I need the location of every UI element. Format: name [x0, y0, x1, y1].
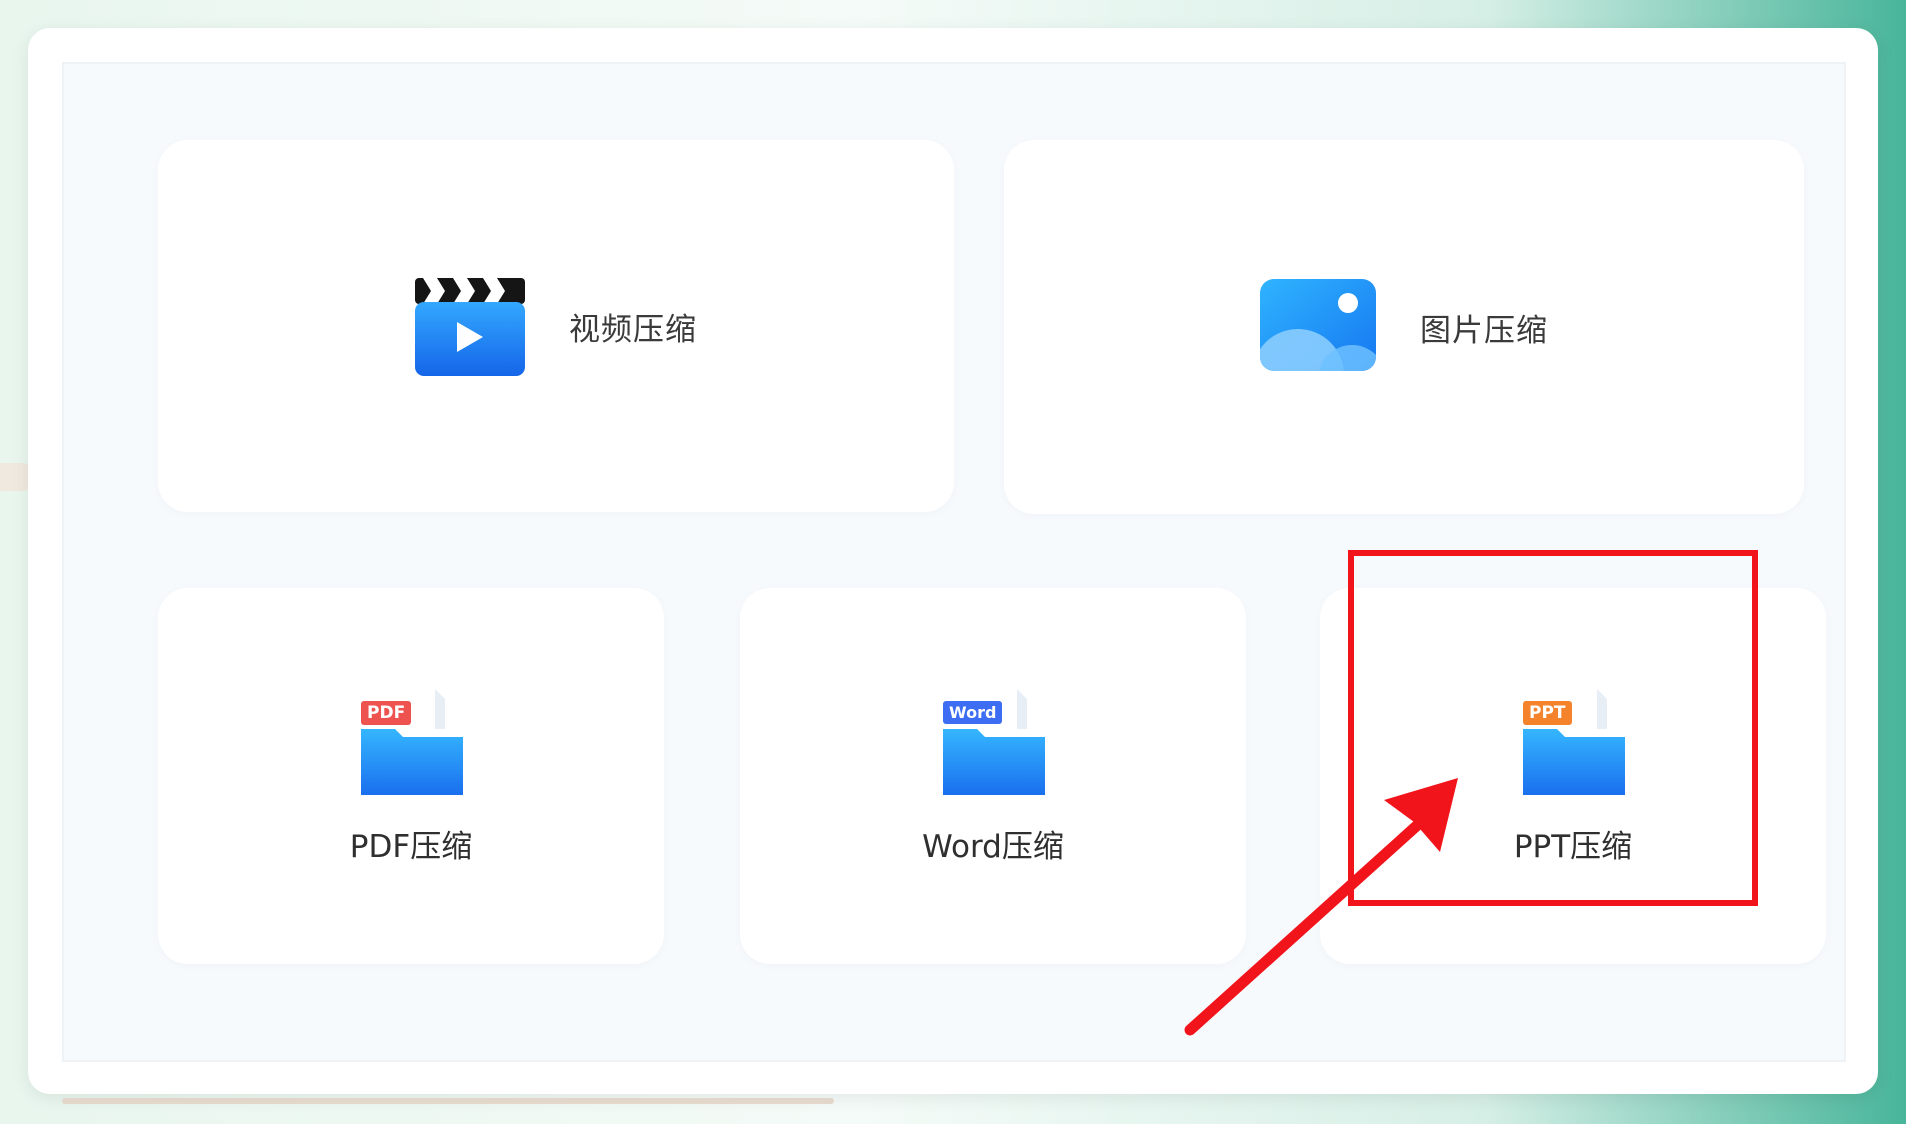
image-compress-label: 图片压缩 — [1420, 312, 1548, 349]
tools-panel: 视频压缩 图片压缩 PDF PDF压缩 Word Word压缩 PPT PPT压… — [62, 62, 1846, 1062]
background-bottom-strip — [62, 1098, 834, 1104]
pdf-folder-icon: PDF — [355, 687, 467, 799]
pdf-compress-label: PDF压缩 — [349, 828, 473, 865]
compression-window: 视频压缩 图片压缩 PDF PDF压缩 Word Word压缩 PPT PPT压… — [28, 28, 1878, 1094]
word-compress-card[interactable]: Word Word压缩 — [740, 588, 1246, 964]
ppt-badge: PPT — [1523, 700, 1572, 725]
word-compress-label: Word压缩 — [922, 828, 1064, 865]
video-compress-label: 视频压缩 — [569, 311, 697, 348]
ppt-compress-label: PPT压缩 — [1513, 828, 1633, 865]
ppt-folder-icon: PPT — [1517, 687, 1629, 799]
image-compress-card[interactable]: 图片压缩 — [1004, 140, 1804, 514]
ppt-compress-card[interactable]: PPT PPT压缩 — [1320, 588, 1826, 964]
pdf-badge: PDF — [361, 700, 412, 725]
pdf-compress-card[interactable]: PDF PDF压缩 — [158, 588, 664, 964]
word-folder-icon: Word — [937, 687, 1049, 799]
image-icon — [1260, 279, 1376, 375]
video-compress-card[interactable]: 视频压缩 — [158, 140, 954, 512]
video-clapper-icon — [415, 272, 525, 380]
word-badge: Word — [943, 700, 1003, 724]
